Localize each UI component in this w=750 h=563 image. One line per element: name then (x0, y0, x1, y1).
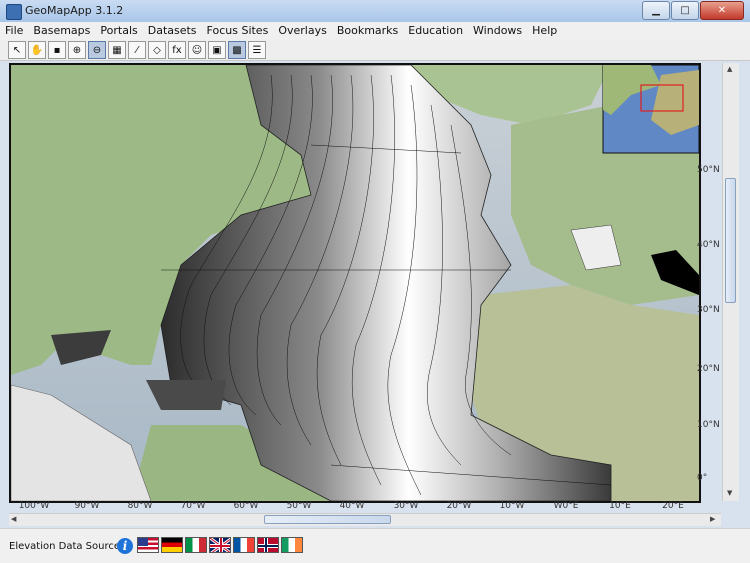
grid-icon: ▩ (232, 44, 242, 56)
scroll-up-icon[interactable]: ▲ (727, 65, 732, 73)
polygon-button[interactable]: ◇ (148, 41, 166, 59)
latitude-label: 50°N (697, 165, 720, 175)
longitude-label: 70°W (180, 501, 206, 511)
profile-icon: ⁄ (136, 44, 138, 56)
face-button[interactable]: ☺ (188, 41, 206, 59)
ireland-flag[interactable] (281, 537, 303, 553)
save-disk-button[interactable]: ▪ (48, 41, 66, 59)
usa-flag[interactable] (137, 537, 159, 553)
image-button[interactable]: ▣ (208, 41, 226, 59)
map-svg (11, 65, 699, 501)
app-icon (6, 4, 22, 20)
latitude-label: 30°N (697, 305, 720, 315)
longitude-label: 30°W (393, 501, 419, 511)
close-button[interactable]: ✕ (700, 1, 744, 20)
zoom-in-button[interactable]: ⊕ (68, 41, 86, 59)
select-arrow-icon: ↖ (12, 44, 22, 56)
scroll-left-icon[interactable]: ◀ (11, 515, 16, 523)
longitude-label: 90°W (74, 501, 100, 511)
longitude-label: 10°E (609, 501, 631, 511)
horizontal-scrollbar[interactable]: ◀ ▶ (9, 513, 721, 526)
longitude-label: 40°W (339, 501, 365, 511)
info-icon[interactable]: i (117, 538, 133, 554)
maximize-icon: □ (680, 5, 690, 16)
zoom-in-icon: ⊕ (72, 44, 82, 56)
latitude-label: 10°N (697, 420, 720, 430)
profile-button[interactable]: ⁄ (128, 41, 146, 59)
menu-bookmarks[interactable]: Bookmarks (332, 22, 403, 40)
latitude-label: 20°N (697, 364, 720, 374)
title-bar: GeoMapApp 3.1.2 ▁ □ ✕ (0, 0, 750, 23)
menu-portals[interactable]: Portals (95, 22, 142, 40)
latitude-label: 0° (697, 473, 708, 483)
graticule-icon: ▦ (112, 44, 122, 56)
function-button[interactable]: fx (168, 41, 186, 59)
menu-file[interactable]: File (0, 22, 28, 40)
grid-button[interactable]: ▩ (228, 41, 246, 59)
longitude-label: 60°W (233, 501, 259, 511)
zoom-out-button[interactable]: ⊖ (88, 41, 106, 59)
menu-focus-sites[interactable]: Focus Sites (202, 22, 274, 40)
elevation-sources-label: Elevation Data Sources (9, 541, 126, 552)
menu-basemaps[interactable]: Basemaps (28, 22, 95, 40)
toolbar: ↖ ✋ ▪ ⊕ ⊖ ▦ ⁄ ◇ fx ☺ ▣ ▩ ☰ (0, 40, 750, 61)
menu-datasets[interactable]: Datasets (143, 22, 202, 40)
longitude-label: 20°W (446, 501, 472, 511)
overview-inset-map[interactable] (602, 65, 699, 154)
longitude-label: 10°W (499, 501, 525, 511)
face-icon: ☺ (191, 44, 203, 56)
maximize-button[interactable]: □ (671, 1, 699, 20)
scroll-down-icon[interactable]: ▼ (727, 489, 732, 497)
latitude-label: 40°N (697, 240, 720, 250)
italy-flag[interactable] (185, 537, 207, 553)
germany-flag[interactable] (161, 537, 183, 553)
status-bar: Elevation Data Sources i (0, 528, 750, 563)
longitude-label: 50°W (286, 501, 312, 511)
uk-flag[interactable] (209, 537, 231, 553)
menu-education[interactable]: Education (403, 22, 468, 40)
pan-hand-button[interactable]: ✋ (28, 41, 46, 59)
longitude-label: W0°E (553, 501, 579, 511)
norway-flag[interactable] (257, 537, 279, 553)
image-icon: ▣ (212, 44, 222, 56)
map-canvas[interactable] (9, 63, 701, 503)
vertical-scroll-thumb[interactable] (725, 178, 736, 303)
select-arrow-button[interactable]: ↖ (8, 41, 26, 59)
menu-help[interactable]: Help (527, 22, 562, 40)
zoom-out-icon: ⊖ (92, 44, 102, 56)
menu-overlays[interactable]: Overlays (273, 22, 332, 40)
window-title: GeoMapApp 3.1.2 (25, 4, 124, 17)
menu-windows[interactable]: Windows (468, 22, 527, 40)
function-icon: fx (172, 44, 182, 56)
longitude-scale: 100°W 90°W 80°W 70°W 60°W 50°W 40°W 30°W 20°W 10°… (9, 500, 721, 513)
minimize-button[interactable]: ▁ (642, 1, 670, 20)
save-disk-icon: ▪ (53, 44, 61, 56)
list-icon: ☰ (252, 44, 262, 56)
polygon-icon: ◇ (153, 44, 161, 56)
close-icon: ✕ (717, 5, 727, 16)
longitude-label: 20°E (662, 501, 684, 511)
menu-bar: File Basemaps Portals Datasets Focus Sit… (0, 22, 750, 40)
scroll-right-icon[interactable]: ▶ (710, 515, 715, 523)
minimize-icon: ▁ (652, 5, 660, 16)
longitude-label: 80°W (127, 501, 153, 511)
longitude-label: 100°W (18, 501, 50, 511)
horizontal-scroll-thumb[interactable] (264, 515, 391, 524)
pan-hand-icon: ✋ (30, 44, 44, 56)
latitude-scale: 50°N 40°N 30°N 20°N 10°N 0° (697, 63, 722, 501)
graticule-button[interactable]: ▦ (108, 41, 126, 59)
list-button[interactable]: ☰ (248, 41, 266, 59)
vertical-scrollbar[interactable]: ▲ ▼ (722, 63, 739, 501)
france-flag[interactable] (233, 537, 255, 553)
